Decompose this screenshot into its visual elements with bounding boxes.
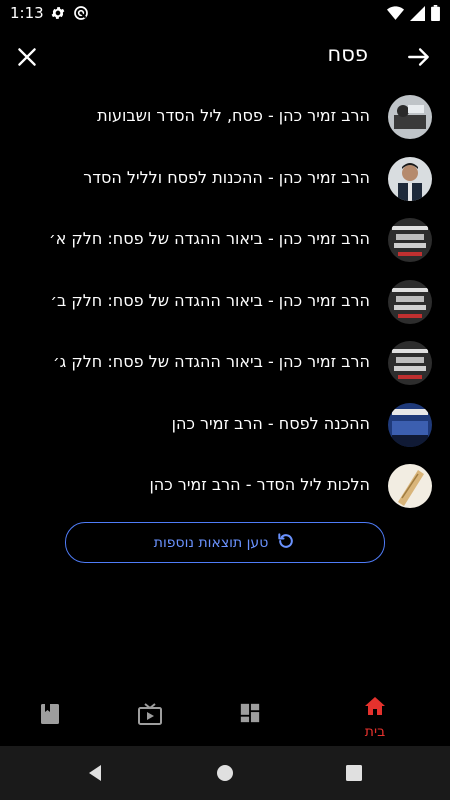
list-item-title: הרב זמיר כהן - פסח, ליל הסדר ושבועות bbox=[97, 106, 370, 125]
home-circle-icon[interactable] bbox=[216, 764, 234, 786]
grid-icon bbox=[239, 702, 261, 728]
nav-item-tv[interactable] bbox=[120, 688, 180, 746]
nav-item-book[interactable] bbox=[20, 688, 80, 746]
lecture-hall bbox=[388, 402, 432, 447]
status-time: 1:13 bbox=[10, 4, 44, 22]
system-nav-bar bbox=[0, 746, 450, 800]
back-triangle-icon[interactable] bbox=[85, 763, 105, 787]
list-item-title: ההכנה לפסח - הרב זמיר כהן bbox=[171, 413, 370, 433]
list-item[interactable]: הלכות ליל הסדר - הרב זמיר כהן bbox=[0, 457, 450, 519]
tv-icon bbox=[137, 702, 163, 730]
list-item[interactable]: הרב זמיר כהן - ביאור ההגדה של פסח: חלק ב… bbox=[0, 273, 450, 335]
signal-icon bbox=[410, 5, 425, 25]
list-item[interactable]: הרב זמיר כהן - ביאור ההגדה של פסח: חלק ג… bbox=[0, 334, 450, 396]
home-icon bbox=[363, 694, 387, 722]
status-bar: 1:13 bbox=[0, 0, 450, 28]
book-icon bbox=[39, 702, 61, 730]
battery-icon bbox=[431, 5, 440, 25]
wifi-icon bbox=[387, 5, 404, 25]
load-more-button[interactable]: טען תוצאות נוספות bbox=[65, 522, 385, 563]
list-item[interactable]: הרב זמיר כהן - ביאור ההגדה של פסח: חלק א… bbox=[0, 211, 450, 273]
list-item-title: הרב זמיר כהן - ההכנות לפסח ולליל הסדר bbox=[83, 167, 370, 187]
haggadah-cover bbox=[388, 341, 432, 385]
nav-item-grid[interactable] bbox=[220, 688, 280, 746]
list-item[interactable]: ההכנה לפסח - הרב זמיר כהן bbox=[0, 396, 450, 458]
app-bar: פסח bbox=[0, 28, 450, 86]
photo-rabbi-portrait bbox=[388, 156, 432, 201]
list-item[interactable]: הרב זמיר כהן - ההכנות לפסח ולליל הסדר bbox=[0, 150, 450, 212]
arrow-right-icon[interactable] bbox=[406, 44, 432, 70]
list-item-title: הלכות ליל הסדר - הרב זמיר כהן bbox=[149, 475, 370, 494]
recents-square-icon[interactable] bbox=[345, 764, 363, 786]
nav-label-home: בית bbox=[364, 724, 386, 740]
haggadah-cover bbox=[388, 218, 432, 262]
haggadah-cover bbox=[388, 279, 432, 324]
matzah-photo bbox=[388, 464, 432, 508]
photo-rabbi-desk bbox=[388, 95, 432, 139]
list-item-title: הרב זמיר כהן - ביאור ההגדה של פסח: חלק ב… bbox=[50, 290, 370, 310]
list-item-title: הרב זמיר כהן - ביאור ההגדה של פסח: חלק ג… bbox=[53, 352, 370, 371]
sync-icon bbox=[73, 5, 89, 25]
gear-icon bbox=[50, 5, 66, 25]
nav-item-home[interactable]: בית bbox=[345, 688, 405, 746]
bottom-nav: בית bbox=[0, 688, 450, 746]
refresh-icon bbox=[276, 531, 296, 555]
page-title: פסח bbox=[327, 42, 368, 66]
load-more-label: טען תוצאות נוספות bbox=[153, 534, 269, 551]
results-list: הרב זמיר כהן - פסח, ליל הסדר ושבועות הרב… bbox=[0, 88, 450, 519]
list-item[interactable]: הרב זמיר כהן - פסח, ליל הסדר ושבועות bbox=[0, 88, 450, 150]
close-icon[interactable] bbox=[14, 44, 40, 70]
list-item-title: הרב זמיר כהן - ביאור ההגדה של פסח: חלק א… bbox=[48, 229, 370, 248]
